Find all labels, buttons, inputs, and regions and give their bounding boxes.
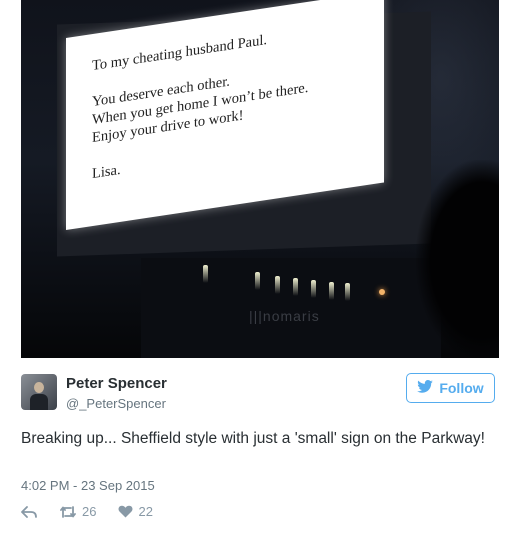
avatar[interactable] <box>21 374 57 410</box>
like-count: 22 <box>138 504 153 519</box>
avatar-head <box>34 382 44 393</box>
retweet-icon <box>59 505 77 519</box>
building-light <box>311 280 316 298</box>
like-action[interactable]: 22 <box>118 504 153 519</box>
reply-icon <box>21 505 37 519</box>
avatar-body <box>30 394 48 410</box>
tweet-photo[interactable]: To my cheating husband Paul. You deserve… <box>21 0 499 358</box>
retweet-count: 26 <box>82 504 97 519</box>
billboard-line: Lisa. <box>92 161 121 183</box>
building-light <box>255 272 260 290</box>
tweet-text: Breaking up... Sheffield style with just… <box>21 430 485 447</box>
tweet-actions: 26 22 <box>21 504 175 519</box>
reply-action[interactable] <box>21 505 37 519</box>
tweet-card: Peter Spencer @_PeterSpencer Follow Brea… <box>0 358 515 535</box>
building-light <box>293 278 298 296</box>
follow-label: Follow <box>439 380 484 396</box>
tweet-timestamp[interactable]: 4:02 PM - 23 Sep 2015 <box>21 478 155 493</box>
building-light <box>275 276 280 294</box>
building-light <box>203 265 208 283</box>
twitter-bird-icon <box>417 380 434 396</box>
street-lamp <box>379 289 385 295</box>
author-name[interactable]: Peter Spencer <box>66 375 167 392</box>
author-handle[interactable]: @_PeterSpencer <box>66 396 166 411</box>
building-sign: |||nomaris <box>249 308 320 324</box>
follow-button[interactable]: Follow <box>406 373 495 403</box>
billboard-line: To my cheating husband Paul. <box>92 31 267 75</box>
heart-icon <box>118 505 133 518</box>
building-light <box>329 282 334 300</box>
tree-silhouette <box>416 160 499 358</box>
retweet-action[interactable]: 26 <box>59 504 96 519</box>
building-light <box>345 283 350 301</box>
